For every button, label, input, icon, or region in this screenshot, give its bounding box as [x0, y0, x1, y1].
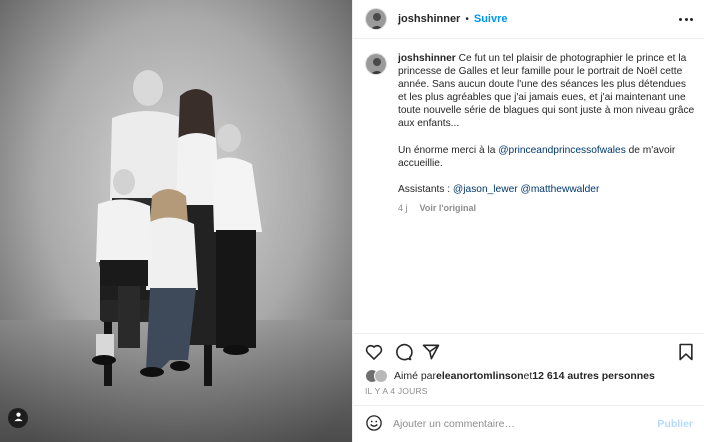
post-time-ago: IL Y A 4 JOURS [365, 386, 428, 396]
caption-body: joshshinner Ce fut un tel plaisir de pho… [398, 52, 695, 215]
mention-link[interactable]: @matthewwalder [520, 184, 599, 195]
mention-link[interactable]: @princeandprincessofwales [498, 145, 626, 156]
tagged-user-icon [13, 411, 24, 425]
post-caption: joshshinner Ce fut un tel plaisir de pho… [365, 52, 695, 215]
instagram-post-modal: joshshinner • Suivre joshshinner Ce fut … [0, 0, 704, 442]
heart-icon[interactable] [364, 342, 384, 362]
caption-paragraph: joshshinner Ce fut un tel plaisir de pho… [398, 52, 695, 131]
header-separator: • [465, 13, 469, 25]
likes-middle: et [523, 370, 533, 382]
likes-count-link[interactable]: 12 614 autres personnes [532, 370, 655, 382]
caption-avatar[interactable] [365, 53, 387, 75]
comment-bar: Publier [353, 405, 704, 442]
bookmark-icon[interactable] [676, 342, 696, 362]
comment-input[interactable] [393, 418, 643, 430]
caption-meta: 4 j Voir l'original [398, 202, 695, 215]
author-username[interactable]: joshshinner [398, 13, 460, 25]
author-avatar[interactable] [365, 8, 387, 30]
liker-username[interactable]: eleanortomlinson [436, 370, 524, 382]
likes-prefix: Aimé par [394, 370, 437, 382]
post-photo-pane [0, 0, 352, 442]
post-photo [0, 0, 352, 442]
caption-age: 4 j [398, 203, 408, 214]
comment-icon[interactable] [393, 342, 413, 362]
more-options-icon[interactable] [679, 12, 693, 26]
post-header: joshshinner • Suivre [353, 0, 704, 39]
caption-assistants: Assistants : @jason_lewer @matthewwalder [398, 183, 695, 196]
post-actions-bar [353, 333, 704, 367]
caption-username[interactable]: joshshinner [398, 53, 456, 64]
follow-button[interactable]: Suivre [474, 13, 508, 25]
liker-avatars [365, 369, 389, 383]
thanks-prefix: Un énorme merci à la [398, 144, 499, 156]
caption-text: Ce fut un tel plaisir de photographier l… [398, 53, 695, 130]
assistants-prefix: Assistants : [398, 183, 453, 195]
mention-link[interactable]: @jason_lewer [453, 184, 518, 195]
caption-thanks: Un énorme merci à la @princeandprincesso… [398, 144, 695, 170]
post-side-panel: joshshinner • Suivre joshshinner Ce fut … [352, 0, 704, 442]
caption-divider: ⠀⠀⠀⠀⠀⠀⠀⠀⠀ [398, 131, 459, 142]
emoji-icon[interactable] [365, 414, 383, 435]
publish-button[interactable]: Publier [657, 418, 693, 430]
caption-divider: ⠀⠀⠀⠀⠀⠀⠀⠀⠀ [398, 170, 459, 181]
see-original-link[interactable]: Voir l'original [420, 202, 476, 215]
tagged-users-button[interactable] [8, 408, 28, 428]
paper-plane-icon[interactable] [421, 342, 441, 362]
likes-summary: Aimé par eleanortomlinson et 12 614 autr… [365, 369, 655, 383]
